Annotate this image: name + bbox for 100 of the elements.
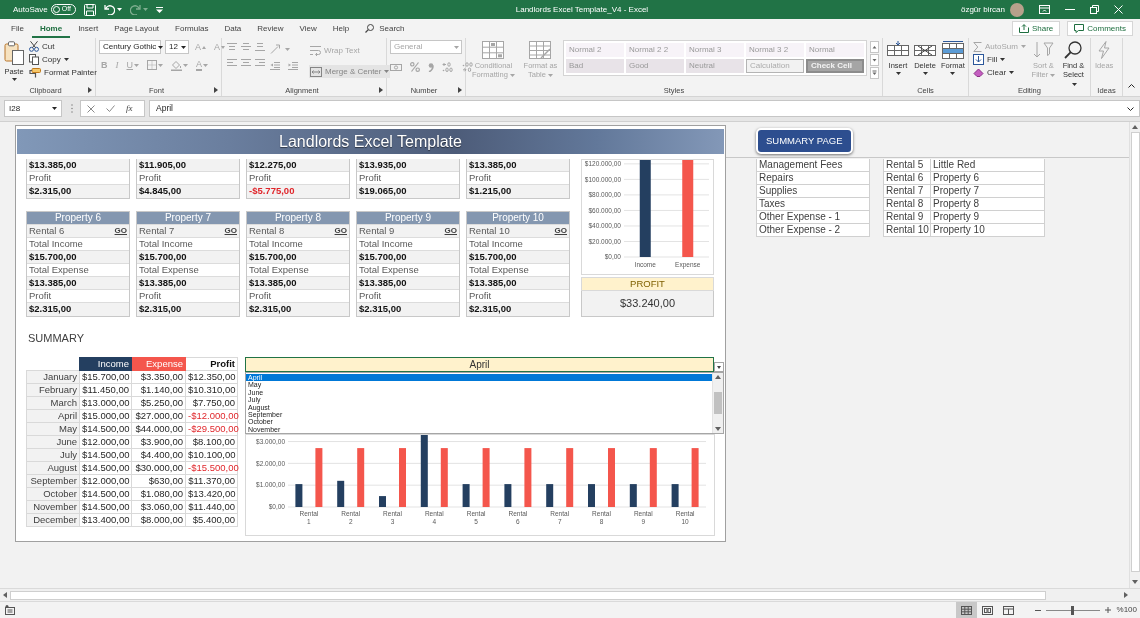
ribbon-tab[interactable]: Review bbox=[249, 19, 292, 38]
amount-cell: $15.700,00 bbox=[467, 251, 569, 264]
cut-button[interactable]: Cut bbox=[28, 40, 98, 53]
name-box[interactable]: I28 bbox=[4, 100, 62, 117]
scroll-up-icon[interactable] bbox=[1132, 125, 1138, 129]
more-icon[interactable] bbox=[870, 67, 879, 79]
scroll-left-icon[interactable] bbox=[3, 592, 7, 598]
ribbon-tab[interactable]: Data bbox=[216, 19, 250, 38]
comment-icon bbox=[1074, 24, 1085, 33]
table-cell: $14.500,00 bbox=[79, 448, 132, 462]
save-icon[interactable] bbox=[83, 3, 96, 16]
funnel-icon bbox=[1032, 41, 1055, 59]
ribbon-tab[interactable]: Home bbox=[31, 19, 71, 38]
page-layout-icon bbox=[981, 605, 993, 615]
go-link[interactable]: GO bbox=[554, 225, 567, 237]
category-cell: Taxes bbox=[756, 198, 870, 211]
zoom-in-icon[interactable] bbox=[1104, 607, 1111, 613]
dialog-launcher-icon[interactable] bbox=[88, 87, 92, 93]
undo-icon[interactable] bbox=[103, 4, 115, 15]
expand-icon[interactable] bbox=[1127, 106, 1134, 111]
summary-page-button[interactable]: SUMMARY PAGE bbox=[756, 128, 853, 154]
ribbon-display-icon[interactable] bbox=[1039, 5, 1050, 14]
caret-icon bbox=[181, 45, 186, 49]
column-header: Profit bbox=[185, 357, 238, 371]
ribbon-tab[interactable]: Page Layout bbox=[106, 19, 168, 38]
scrollbar-thumb[interactable] bbox=[714, 392, 722, 414]
dialog-launcher-icon[interactable] bbox=[458, 87, 462, 93]
avatar[interactable] bbox=[1010, 2, 1024, 17]
collapse-ribbon-icon[interactable] bbox=[1128, 84, 1135, 88]
copy-button[interactable]: Copy bbox=[28, 53, 98, 66]
table-cell: $10.100,00 bbox=[185, 448, 238, 462]
ribbon-tab[interactable]: File bbox=[3, 19, 32, 38]
caret-icon bbox=[895, 72, 901, 75]
table-cell: $5.400,00 bbox=[185, 513, 238, 527]
list-scrollbar[interactable] bbox=[712, 373, 723, 433]
chart-bar bbox=[566, 448, 574, 507]
enter-icon[interactable] bbox=[106, 105, 115, 112]
rental-name: Rental 8 bbox=[249, 225, 285, 237]
restore-icon[interactable] bbox=[1090, 5, 1099, 14]
scrollbar-thumb[interactable] bbox=[10, 590, 1046, 600]
dropdown-button[interactable] bbox=[714, 362, 724, 372]
clear-button[interactable]: Clear bbox=[972, 66, 1027, 79]
table-cell: $13.400,00 bbox=[79, 513, 132, 527]
ribbon-tab[interactable]: Help bbox=[324, 19, 358, 38]
go-link[interactable]: GO bbox=[224, 225, 237, 237]
table-cell: $1.140,00 bbox=[131, 383, 186, 397]
property-title: Property 7 bbox=[137, 212, 239, 225]
go-link[interactable]: GO bbox=[334, 225, 347, 237]
format-painter-button[interactable]: Format Painter bbox=[28, 66, 98, 79]
comment-button[interactable]: Comments bbox=[1067, 21, 1133, 36]
caret-icon bbox=[11, 78, 17, 81]
amount-cell: $12.275,00 bbox=[247, 159, 349, 172]
share-button[interactable]: Share bbox=[1011, 21, 1061, 36]
ribbon-tab[interactable]: Formulas bbox=[167, 19, 217, 38]
month-dropdown[interactable]: April bbox=[245, 357, 714, 372]
scroll-right-icon[interactable] bbox=[1124, 592, 1128, 598]
section-title: SUMMARY bbox=[28, 332, 86, 345]
scissors-icon bbox=[29, 41, 39, 52]
category-cell: Supplies bbox=[756, 185, 870, 198]
formula-field[interactable]: April bbox=[149, 100, 1140, 117]
scroll-down-icon[interactable] bbox=[1132, 580, 1138, 584]
merge-icon bbox=[310, 66, 322, 77]
category-cell: Other Expense - 2 bbox=[756, 224, 870, 237]
caret-icon[interactable] bbox=[142, 8, 148, 11]
caret-icon bbox=[509, 73, 515, 77]
rental-cell: Rental 9 bbox=[883, 211, 931, 224]
scroll-up-icon[interactable] bbox=[715, 375, 721, 379]
caret-icon[interactable] bbox=[116, 8, 122, 11]
slider-thumb[interactable] bbox=[1071, 605, 1075, 615]
zoom-level[interactable]: %100 bbox=[1116, 605, 1137, 615]
ribbon-tab[interactable]: Insert bbox=[70, 19, 107, 38]
cancel-icon[interactable] bbox=[87, 104, 95, 113]
fill-button[interactable]: Fill bbox=[972, 53, 1027, 66]
horizontal-scrollbar[interactable] bbox=[0, 588, 1140, 601]
chart-bar bbox=[399, 448, 406, 507]
customize-icon[interactable] bbox=[155, 6, 163, 13]
normal-view-button[interactable] bbox=[955, 602, 977, 618]
chart-bar bbox=[691, 448, 699, 507]
table-cell: $4.400,00 bbox=[131, 448, 186, 462]
scroll-up-icon[interactable] bbox=[870, 41, 879, 53]
close-icon[interactable] bbox=[1114, 5, 1123, 14]
dialog-launcher-icon[interactable] bbox=[379, 87, 383, 93]
ribbon-tab[interactable]: View bbox=[291, 19, 325, 38]
go-link[interactable]: GO bbox=[444, 225, 457, 237]
insert-function-button[interactable]: fx bbox=[126, 103, 133, 114]
search-icon[interactable] bbox=[365, 24, 375, 33]
row-header: January bbox=[26, 370, 80, 384]
user-name[interactable]: özgür bircan bbox=[960, 4, 1005, 15]
go-link[interactable]: GO bbox=[114, 225, 127, 237]
rental-cell: Rental 5 bbox=[883, 159, 931, 172]
table-cell: $5.250,00 bbox=[131, 396, 186, 410]
redo-icon[interactable] bbox=[129, 4, 141, 15]
macro-record-icon[interactable] bbox=[5, 605, 15, 615]
search-field[interactable]: Search bbox=[379, 23, 440, 34]
clipboard-icon bbox=[4, 41, 24, 65]
scroll-down-icon[interactable] bbox=[870, 54, 879, 66]
profit-total: $33.240,00 bbox=[581, 291, 714, 317]
scroll-down-icon[interactable] bbox=[715, 427, 721, 431]
dialog-launcher-icon[interactable] bbox=[214, 87, 218, 93]
chart-bar bbox=[588, 484, 595, 507]
